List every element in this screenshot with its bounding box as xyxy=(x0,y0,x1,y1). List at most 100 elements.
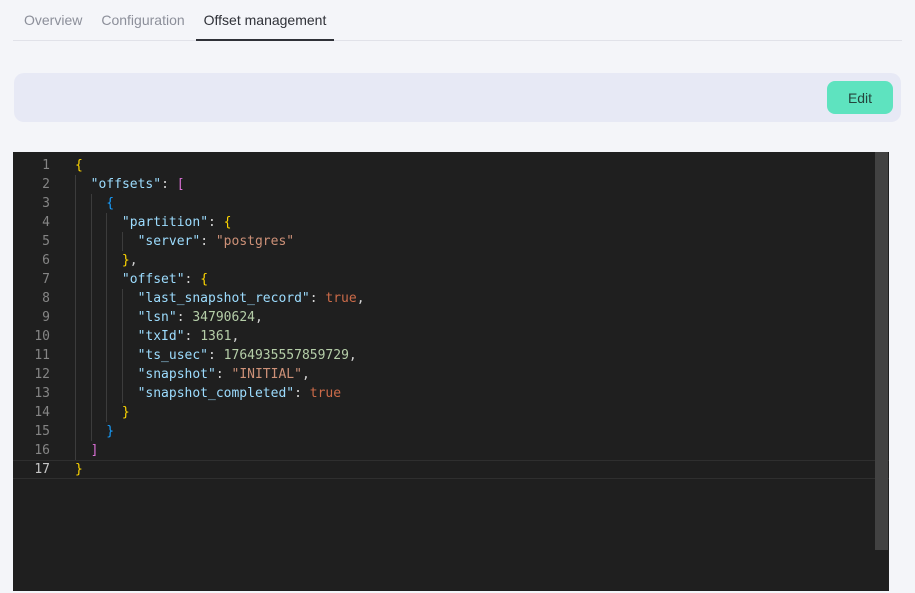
code-token: } xyxy=(122,251,130,270)
indent-guide xyxy=(91,289,107,308)
code-token: [ xyxy=(177,175,185,194)
tab-overview[interactable]: Overview xyxy=(16,0,90,40)
code-token: : xyxy=(310,289,326,308)
code-line[interactable]: 9"lsn": 34790624, xyxy=(13,308,889,327)
indent-guide xyxy=(75,327,91,346)
indent-guide xyxy=(75,251,91,270)
code-line[interactable]: 11 "ts_usec": 1764935557859729, xyxy=(13,346,889,365)
code-content: "snapshot": "INITIAL", xyxy=(75,365,310,384)
code-token: , xyxy=(357,289,365,308)
code-content: "txId": 1361, xyxy=(75,327,239,346)
indent-guide xyxy=(122,365,138,384)
code-content: } xyxy=(75,403,130,422)
indent-guide xyxy=(122,346,138,365)
line-number: 11 xyxy=(13,346,50,365)
json-editor[interactable]: 1{2"offsets": [3{4"partition": {5"server… xyxy=(13,152,889,591)
code-token: : xyxy=(208,346,224,365)
code-token: } xyxy=(106,422,114,441)
indent-guide xyxy=(122,308,138,327)
code-token: : xyxy=(161,175,177,194)
code-token: { xyxy=(75,156,83,175)
code-line[interactable]: 1{ xyxy=(13,156,889,175)
line-number: 10 xyxy=(13,327,50,346)
code-line[interactable]: 8 "last_snapshot_record": true, xyxy=(13,289,889,308)
tab-configuration[interactable]: Configuration xyxy=(93,0,192,40)
code-token: "last_snapshot_record" xyxy=(138,289,310,308)
indent-guide xyxy=(91,194,107,213)
indent-guide xyxy=(122,384,138,403)
indent-guide xyxy=(122,289,138,308)
code-content: { xyxy=(75,156,83,175)
code-token: , xyxy=(130,251,138,270)
code-token: "INITIAL" xyxy=(232,365,302,384)
indent-guide xyxy=(75,270,91,289)
code-content: "last_snapshot_record": true, xyxy=(75,289,365,308)
toolbar: Edit xyxy=(14,73,901,122)
code-line[interactable]: 7 "offset": { xyxy=(13,270,889,289)
code-content: "offsets": [ xyxy=(75,175,185,194)
code-line[interactable]: 15} xyxy=(13,422,889,441)
code-line[interactable]: 12 "snapshot": "INITIAL", xyxy=(13,365,889,384)
code-token: : xyxy=(216,365,232,384)
tab-bar: Overview Configuration Offset management xyxy=(13,0,902,41)
line-number: 14 xyxy=(13,403,50,422)
line-number: 15 xyxy=(13,422,50,441)
code-line[interactable]: 6}, xyxy=(13,251,889,270)
code-line[interactable]: 16] xyxy=(13,441,889,460)
indent-guide xyxy=(91,403,107,422)
code-token: "txId" xyxy=(138,327,185,346)
indent-guide xyxy=(75,441,91,460)
code-token: "postgres" xyxy=(216,232,294,251)
indent-guide xyxy=(75,346,91,365)
edit-button[interactable]: Edit xyxy=(827,81,893,114)
indent-guide xyxy=(91,213,107,232)
code-token: , xyxy=(349,346,357,365)
code-content: "snapshot_completed": true xyxy=(75,384,341,403)
indent-guide xyxy=(106,270,122,289)
code-line[interactable]: 10 "txId": 1361, xyxy=(13,327,889,346)
indent-guide xyxy=(106,384,122,403)
indent-guide xyxy=(91,232,107,251)
code-content: "partition": { xyxy=(75,213,232,232)
code-line[interactable]: 2"offsets": [ xyxy=(13,175,889,194)
code-content: } xyxy=(75,460,83,479)
editor-scrollbar[interactable] xyxy=(875,152,888,591)
code-token: { xyxy=(200,270,208,289)
code-content: { xyxy=(75,194,114,213)
code-line[interactable]: 13"snapshot_completed": true xyxy=(13,384,889,403)
code-token: : xyxy=(185,327,201,346)
code-content: "server": "postgres" xyxy=(75,232,294,251)
line-number: 7 xyxy=(13,270,50,289)
code-token: "server" xyxy=(138,232,201,251)
code-line[interactable]: 3{ xyxy=(13,194,889,213)
indent-guide xyxy=(75,213,91,232)
line-number: 8 xyxy=(13,289,50,308)
line-number: 1 xyxy=(13,156,50,175)
code-content: ] xyxy=(75,441,98,460)
line-number: 17 xyxy=(13,460,50,479)
line-number: 12 xyxy=(13,365,50,384)
line-number: 6 xyxy=(13,251,50,270)
code-content: "offset": { xyxy=(75,270,208,289)
indent-guide xyxy=(75,422,91,441)
indent-guide xyxy=(75,403,91,422)
code-line[interactable]: 17} xyxy=(13,460,889,479)
scrollbar-thumb[interactable] xyxy=(875,152,888,550)
code-token: , xyxy=(232,327,240,346)
code-line[interactable]: 14} xyxy=(13,403,889,422)
code-content: "ts_usec": 1764935557859729, xyxy=(75,346,357,365)
code-line[interactable]: 5"server": "postgres" xyxy=(13,232,889,251)
indent-guide xyxy=(75,194,91,213)
tab-offset-management[interactable]: Offset management xyxy=(196,0,335,40)
indent-guide xyxy=(75,232,91,251)
indent-guide xyxy=(75,365,91,384)
code-token: ] xyxy=(91,441,99,460)
indent-guide xyxy=(122,232,138,251)
indent-guide xyxy=(91,346,107,365)
line-number: 4 xyxy=(13,213,50,232)
indent-guide xyxy=(91,422,107,441)
indent-guide xyxy=(91,384,107,403)
code-token: "snapshot_completed" xyxy=(138,384,295,403)
indent-guide xyxy=(75,384,91,403)
code-line[interactable]: 4 "partition": { xyxy=(13,213,889,232)
